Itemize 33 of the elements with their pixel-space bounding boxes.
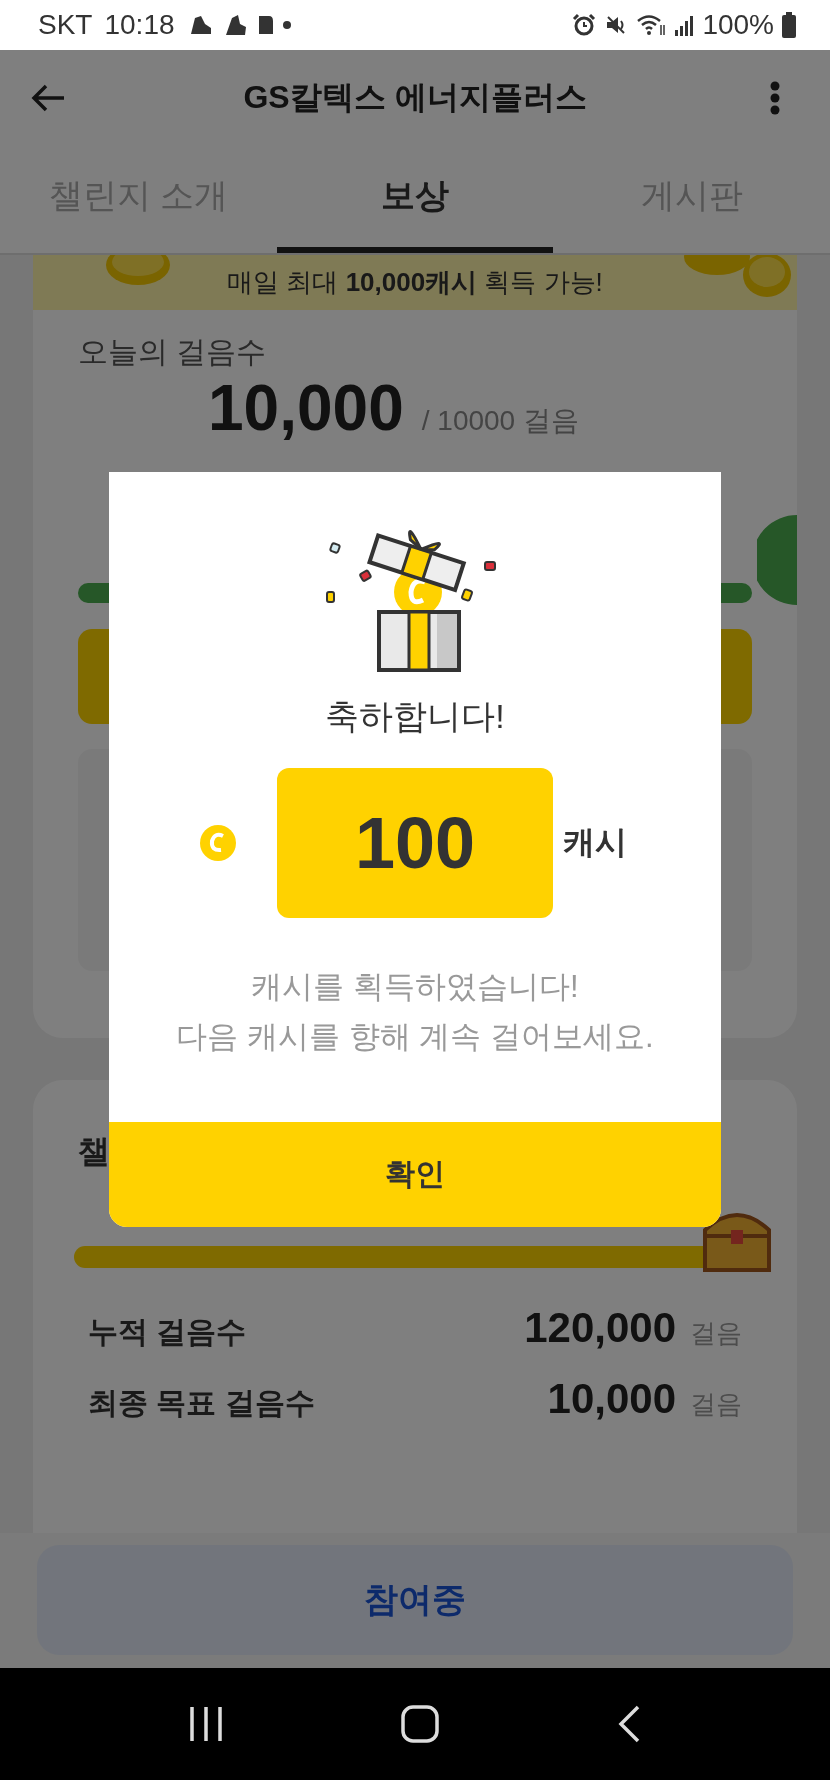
alarm-icon	[572, 13, 597, 37]
recent-apps-icon[interactable]	[189, 1705, 223, 1743]
stat-label: 누적 걸음수	[88, 1314, 248, 1350]
dialog-message: 캐시를 획득하였습니다!	[250, 968, 580, 1006]
cash-amount: 100	[354, 802, 476, 884]
card-title: 오늘의 걸음수	[78, 334, 268, 370]
stat-value: 10,000	[547, 1375, 676, 1423]
coin-icon	[199, 824, 237, 862]
carrier-text: SKT	[38, 9, 93, 41]
back-arrow-icon[interactable]	[30, 82, 66, 113]
notification-icon	[256, 14, 275, 36]
confirm-button[interactable]: 확인	[109, 1122, 721, 1227]
card-title: 챌	[78, 1132, 110, 1171]
participating-button[interactable]: 참여중	[37, 1545, 793, 1655]
banner-text: 매일 최대 10,000캐시 획득 가능!	[227, 266, 603, 299]
stat-label: 최종 목표 걸음수	[88, 1385, 316, 1421]
dialog-title: 축하합니다!	[325, 696, 505, 737]
dialog-message: 다음 캐시를 향해 계속 걸어보세요.	[176, 1018, 654, 1056]
coin-drawing	[103, 255, 173, 288]
stat-value: 120,000	[524, 1304, 676, 1352]
clock-text: 10:18	[104, 9, 175, 41]
signal-icon	[674, 14, 695, 36]
app-title: GS칼텍스 에너지플러스	[243, 77, 587, 117]
battery-icon	[782, 12, 796, 38]
more-options-icon[interactable]	[770, 80, 780, 115]
step-count: 10,000	[208, 373, 404, 444]
home-icon[interactable]	[401, 1705, 439, 1743]
dot-icon	[282, 21, 291, 29]
cash-unit: 캐시	[563, 823, 627, 862]
wifi-icon	[636, 13, 667, 37]
battery-text: 100%	[702, 9, 774, 41]
back-icon[interactable]	[617, 1705, 641, 1743]
step-goal: / 10000 걸음	[421, 406, 579, 437]
